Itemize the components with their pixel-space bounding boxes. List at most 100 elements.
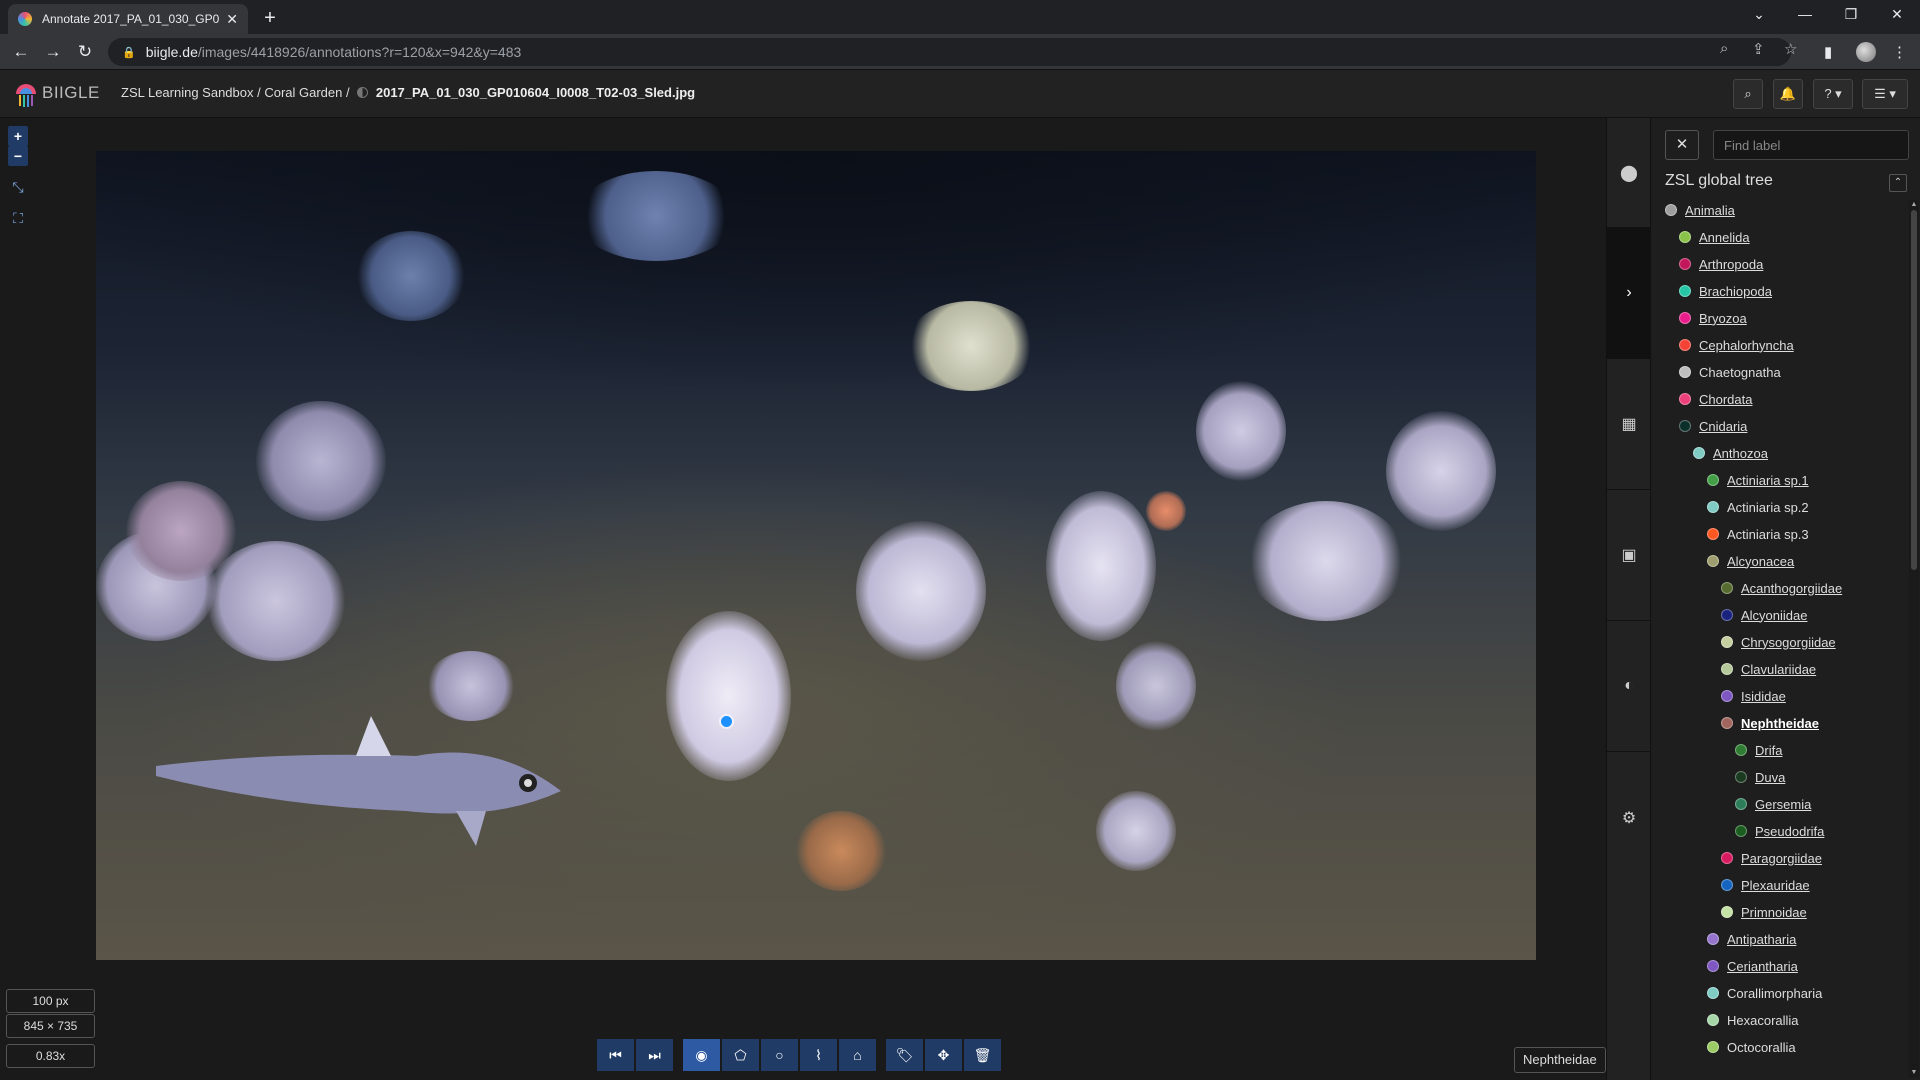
label-tree-item[interactable]: Alcyoniidae [1721,605,1808,625]
tab-search-icon[interactable]: ⌄ [1744,6,1774,23]
image-info-tab[interactable]: ▣ [1607,490,1651,621]
side-panel-icon[interactable]: ▮ [1824,43,1832,61]
label-name: Acanthogorgiidae [1741,580,1843,596]
label-tree-scrollbar[interactable]: ▲ ▼ [1909,200,1919,1078]
color-adjustment-tab[interactable]: ◐ [1607,621,1651,752]
profile-avatar[interactable] [1856,42,1876,62]
label-tree-item[interactable]: Annelida [1679,227,1750,247]
browser-tab[interactable]: Annotate 2017_PA_01_030_GP01 ✕ [8,4,248,34]
scale-bar-label: 100 px [32,994,69,1008]
selected-label-tag: Nephtheidae [1514,1047,1606,1073]
label-tree-item[interactable]: Acanthogorgiidae [1721,578,1842,598]
notifications-button[interactable]: 🔔 [1773,79,1803,109]
label-color-dot [1721,690,1733,702]
draw-circle-button[interactable]: ○ [761,1039,798,1071]
settings-tab[interactable]: ⚙ [1607,752,1651,883]
seafloor-image[interactable] [96,151,1536,960]
main-menu-button[interactable]: ☰ ▾ [1862,79,1908,109]
draw-rectangle-button[interactable]: ⬠ [722,1039,759,1071]
label-tree-item[interactable]: Paragorgiidae [1721,848,1822,868]
grid-icon: ▦ [1621,416,1637,433]
label-tree-item[interactable]: Octocorallia [1707,1037,1796,1057]
trash-icon: 🗑 [973,1046,992,1063]
label-name: Arthropoda [1699,256,1764,272]
annotation-viewer[interactable]: + − ⤡ ⛶ 100 px 845 × 735 0.83x [0,118,1606,1080]
search-button[interactable]: ⌕ [1733,79,1763,109]
url-input[interactable]: 🔒 biigle.de/images/4418926/annotations?r… [108,38,1791,66]
zoom-to-original-icon[interactable]: ⤡ [8,177,28,197]
zoom-out-button[interactable]: − [8,146,28,166]
share-icon[interactable]: ⇪ [1752,40,1765,58]
label-tree-item[interactable]: Anthozoa [1693,443,1768,463]
label-name: Duva [1755,769,1786,785]
label-tree-item[interactable]: Chordata [1679,389,1752,409]
label-name: Paragorgiidae [1741,850,1822,866]
close-window-button[interactable]: ✕ [1882,6,1912,23]
minimize-window-button[interactable]: — [1790,6,1820,22]
label-tree-item[interactable]: Primnoidae [1721,902,1807,922]
draw-point-button[interactable]: ◉ [683,1039,720,1071]
chrome-menu-icon[interactable]: ⋮ [1892,43,1907,61]
label-tree-item[interactable]: Chaetognatha [1679,362,1781,382]
attach-label-button[interactable]: 🏷 [886,1039,923,1071]
breadcrumb-path[interactable]: ZSL Learning Sandbox / Coral Garden / [121,85,350,100]
move-annotation-button[interactable]: ✥ [925,1039,962,1071]
previous-image-button[interactable]: ⏮ [597,1039,634,1071]
scrollbar-thumb[interactable] [1911,210,1917,570]
bookmark-star-icon[interactable]: ☆ [1784,40,1797,58]
label-tree-item[interactable]: Pseudodrifa [1735,821,1824,841]
label-tree-item[interactable]: Corallimorpharia [1707,983,1822,1003]
help-button[interactable]: ? ▾ [1813,79,1853,109]
label-tree-item[interactable]: Ceriantharia [1707,956,1798,976]
scroll-down-icon[interactable]: ▼ [1909,1068,1919,1078]
label-tree-item[interactable]: Hexacorallia [1707,1010,1799,1030]
draw-polygon-button[interactable]: ⌂ [839,1039,876,1071]
label-tree-item[interactable]: Antipatharia [1707,929,1796,949]
restore-window-button[interactable]: ❐ [1836,6,1866,23]
back-icon[interactable]: ← [10,42,32,62]
label-tree-item[interactable]: Alcyonacea [1707,551,1794,571]
reload-icon[interactable]: ↻ [74,42,96,62]
draw-line-button[interactable]: ⌇ [800,1039,837,1071]
label-tree-item[interactable]: Cnidaria [1679,416,1747,436]
forward-icon[interactable]: → [42,42,64,62]
clear-label-button[interactable]: ✕ [1665,130,1699,160]
step-backward-icon: ⏮ [609,1046,622,1063]
lock-icon: 🔒 [122,46,136,59]
new-tab-button[interactable]: + [258,7,282,31]
biigle-logo-icon[interactable] [14,82,38,108]
close-tab-icon[interactable]: ✕ [226,11,238,28]
label-tree-item[interactable]: Duva [1735,767,1785,787]
label-tree-item[interactable]: Bryozoa [1679,308,1747,328]
coral-shape [576,171,736,261]
delete-annotation-button[interactable]: 🗑 [964,1039,1001,1071]
label-tree-item[interactable]: Cephalorhyncha [1679,335,1794,355]
label-tree-item[interactable]: Nephtheidae [1721,713,1819,733]
scroll-up-icon[interactable]: ▲ [1909,200,1919,210]
label-tree-item[interactable]: Chrysogorgiidae [1721,632,1836,652]
label-tree-item[interactable]: Arthropoda [1679,254,1763,274]
label-trees-tab[interactable]: › [1607,228,1651,359]
label-tree-item[interactable]: Actiniaria sp.1 [1707,470,1809,490]
label-tree-item[interactable]: Drifa [1735,740,1782,760]
label-tree-item[interactable]: Actiniaria sp.3 [1707,524,1809,544]
label-tree-item[interactable]: Gersemia [1735,794,1811,814]
zoom-in-button[interactable]: + [8,126,28,146]
label-tree-item[interactable]: Clavulariidae [1721,659,1816,679]
label-tree-item[interactable]: Actiniaria sp.2 [1707,497,1809,517]
coral-shape [356,231,466,321]
annotation-point-marker[interactable] [721,716,732,727]
fullscreen-icon[interactable]: ⛶ [8,208,28,228]
logo-text[interactable]: BIIGLE [42,83,100,103]
label-tree-item[interactable]: Animalia [1665,200,1735,220]
next-image-button[interactable]: ⏭ [636,1039,673,1071]
collapse-tree-button[interactable]: ⌃ [1889,174,1907,192]
label-tree-item[interactable]: Isididae [1721,686,1786,706]
find-label-input[interactable] [1713,130,1909,160]
annotations-tab[interactable]: ⬤ [1607,118,1651,228]
label-tree-item[interactable]: Brachiopoda [1679,281,1772,301]
zoom-magnifier-icon[interactable]: ⌕ [1720,40,1728,57]
browser-address-bar: ← → ↻ 🔒 biigle.de/images/4418926/annotat… [0,34,1920,70]
label-tree-item[interactable]: Plexauridae [1721,875,1810,895]
color-sort-tab[interactable]: ▦ [1607,359,1651,490]
